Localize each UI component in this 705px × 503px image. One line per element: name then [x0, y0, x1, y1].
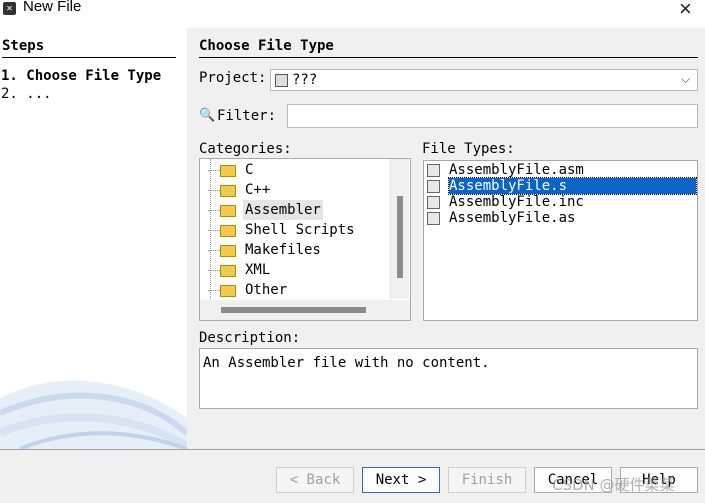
watermark: CSDN @硬件菜菜: [552, 476, 675, 494]
description-box: An Assembler file with no content.: [199, 348, 698, 409]
file-type-item-selected[interactable]: AssemblyFile.s: [425, 177, 697, 195]
file-type-item[interactable]: AssemblyFile.asm: [425, 162, 696, 178]
file-types-list[interactable]: AssemblyFile.asm AssemblyFile.s Assembly…: [423, 160, 698, 321]
categories-tree[interactable]: C C++ Assembler Shell Scripts Makefiles …: [199, 158, 411, 321]
description-label: Description:: [199, 330, 301, 346]
folder-icon: [220, 245, 236, 257]
folder-icon: [220, 225, 236, 237]
decorative-swoosh: [0, 380, 187, 449]
folder-icon: [220, 285, 236, 297]
categories-label: Categories:: [199, 141, 292, 157]
finish-button[interactable]: Finish: [448, 467, 526, 493]
file-icon: [427, 196, 440, 209]
tree-guide-line: [210, 159, 211, 299]
description-text: An Assembler file with no content.: [203, 355, 490, 371]
next-button[interactable]: Next >: [362, 467, 440, 493]
filter-label: Filter:: [217, 108, 277, 124]
vertical-scroll-thumb[interactable]: [397, 196, 403, 278]
folder-icon: [220, 205, 236, 217]
file-type-item[interactable]: AssemblyFile.inc: [425, 194, 696, 210]
back-button[interactable]: < Back: [276, 467, 354, 493]
project-label: Project:: [199, 70, 267, 86]
folder-icon: [220, 265, 236, 277]
steps-divider: [2, 57, 176, 58]
step-item-2: 2. ...: [1, 86, 52, 102]
steps-heading: Steps: [2, 38, 45, 54]
search-icon: 🔍: [199, 108, 216, 123]
file-types-label: File Types:: [422, 141, 515, 157]
title-bar: [0, 0, 705, 28]
close-icon[interactable]: ×: [679, 0, 692, 22]
steps-panel: Steps 1. Choose File Type 2. ...: [0, 28, 187, 449]
file-icon: [427, 212, 440, 225]
window-title: New File: [23, 0, 82, 15]
step-item-1: 1. Choose File Type: [1, 68, 162, 84]
app-icon: ✕: [3, 2, 16, 15]
folder-icon: [220, 185, 236, 197]
project-icon: [275, 74, 288, 87]
chevron-down-icon[interactable]: ⌵: [681, 72, 690, 87]
file-type-item[interactable]: AssemblyFile.as: [425, 210, 696, 226]
horizontal-scroll-thumb[interactable]: [221, 307, 366, 313]
heading-divider: [199, 57, 698, 58]
file-icon: [427, 180, 440, 193]
project-value: ???: [292, 72, 318, 88]
project-select[interactable]: ??? ⌵: [270, 69, 698, 91]
page-title: Choose File Type: [199, 38, 334, 54]
footer-divider: [0, 449, 705, 450]
file-icon: [427, 164, 440, 177]
folder-icon: [220, 165, 236, 177]
filter-input[interactable]: [287, 104, 698, 128]
